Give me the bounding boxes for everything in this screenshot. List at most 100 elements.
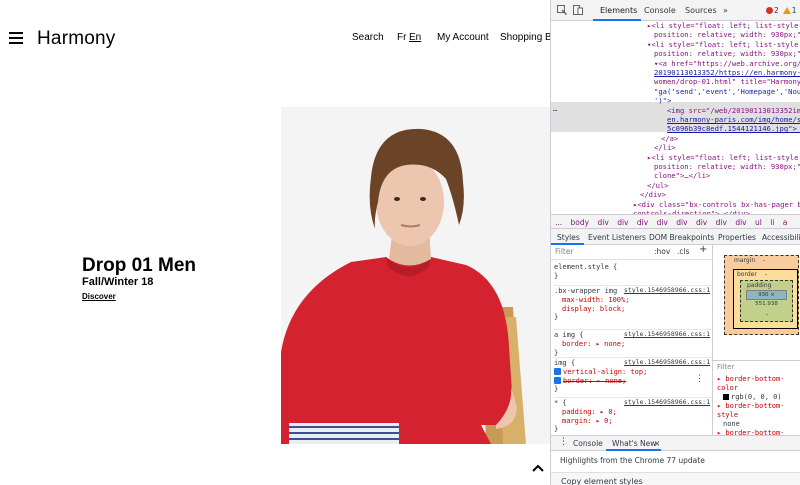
more-options-icon[interactable]: ⋮ [695,375,704,384]
css-declaration[interactable]: border: ▸ none; [562,340,625,348]
styles-filter-input[interactable]: Filter [555,247,574,257]
box-model-diagram: margin - border - padding - 930 × 551.93… [713,245,800,360]
nav-search[interactable]: Search [352,32,384,43]
dom-line-selected[interactable]: 5c096b39c8edf.1544121146.jpg"> == [667,124,800,133]
tab-accessibility[interactable]: Accessibility [762,233,800,242]
devtools-toolbar: Elements Console Sources » 21 [551,0,800,21]
whats-new-card[interactable]: Copy element styles [551,472,800,485]
warning-count: 1 [791,6,797,15]
nav-my-account[interactable]: My Account [437,32,489,43]
box-content[interactable]: 930 × 551.938 [746,290,787,307]
dom-line[interactable]: "ga('send','event','Homepage','Nouvea [654,87,800,96]
computed-property[interactable]: ▸ border-bottom-color [713,375,800,393]
tab-more[interactable]: » [723,6,728,15]
nav-shopping-bag[interactable]: Shopping Bag [500,32,550,43]
breadcrumb-item[interactable]: li [770,218,774,227]
tab-event-listeners[interactable]: Event Listeners [588,233,646,242]
rule-source-link[interactable]: style.1546958966.css:1 [624,330,710,339]
tab-console[interactable]: Console [644,6,676,15]
breadcrumb-item[interactable]: div [716,218,727,227]
dom-line[interactable]: </ul> [647,181,669,190]
inspect-element-icon[interactable] [557,5,567,15]
computed-filter-input[interactable]: Filter [713,360,800,372]
css-property[interactable]: display: block; [554,305,712,314]
css-property[interactable]: margin: ▸ 0; [554,417,712,426]
box-border[interactable]: border - padding - 930 × 551.938 [733,269,798,329]
styles-pane: Filter :hov .cls + element.style { } .bx… [551,245,713,435]
scroll-top-button[interactable] [526,456,550,480]
rule-source-link[interactable]: style.1546958966.css:1 [624,398,710,407]
breadcrumb-item[interactable]: ul [755,218,762,227]
property-checkbox[interactable] [554,367,561,375]
lang-en-link[interactable]: En [409,32,421,43]
dom-line[interactable]: ')"> [654,96,671,105]
rule-source-link[interactable]: style.1546958966.css:1 [624,286,710,295]
color-swatch-icon[interactable] [723,394,729,400]
tab-styles[interactable]: Styles [557,233,580,242]
tab-sources[interactable]: Sources [685,6,717,15]
device-toolbar-icon[interactable] [573,5,583,15]
dom-line-selected[interactable]: <img src="/web/20190113013352im_/h [667,106,800,115]
box-margin[interactable]: margin - border - padding - 930 × 551.93… [724,255,799,335]
dom-line[interactable]: position: relative; width: 930px;" clas [654,162,800,171]
property-checkbox[interactable] [554,376,561,384]
breadcrumb-item[interactable]: div [735,218,746,227]
breadcrumb-item[interactable]: div [696,218,707,227]
dom-line[interactable]: ▸<li style="float: left; list-style: no [647,21,800,30]
box-padding[interactable]: padding - 930 × 551.938 [740,280,793,322]
breadcrumb-item[interactable]: div [598,218,609,227]
hov-toggle[interactable]: :hov [654,247,670,257]
breadcrumb-item[interactable]: div [676,218,687,227]
dom-line[interactable]: ▾<li style="float: left; list-style: no [647,40,800,49]
drawer-menu-icon[interactable]: ⋮ [559,437,568,447]
add-rule-icon[interactable]: + [699,245,707,255]
dom-line[interactable]: 20190113013352/https://en.harmony-pari [654,68,800,77]
breadcrumb-item[interactable]: ... [555,218,562,227]
dom-line[interactable]: position: relative; width: 930px;"> [654,49,800,58]
breadcrumb-item[interactable]: div [657,218,668,227]
dom-line[interactable]: </li> [654,143,676,152]
discover-link[interactable]: Discover [82,292,116,301]
dom-line[interactable]: </div> [640,190,666,199]
breadcrumb-item[interactable]: a [783,218,788,227]
dom-line[interactable]: ▾<a href="https://web.archive.org/web [654,59,800,68]
css-declaration[interactable]: display: block; [562,305,625,313]
breadcrumb-item[interactable]: body [571,218,590,227]
rule-source-link[interactable]: style.1546958966.css:1 [624,358,710,367]
error-warning-counter[interactable]: 21 [766,6,797,15]
hero-photo[interactable] [281,107,550,444]
close-icon[interactable]: × [654,439,660,448]
lang-fr-link[interactable]: Fr [397,32,406,43]
css-declaration[interactable]: vertical-align: top; [563,368,647,376]
dom-line[interactable]: ▸<li style="float: left; list-style: no [647,153,800,162]
dom-line[interactable]: </a> [661,134,678,143]
css-property[interactable]: vertical-align: top; [554,367,712,377]
css-declaration[interactable]: margin: ▸ 0; [562,417,613,425]
hamburger-menu-icon[interactable] [9,32,23,44]
dom-line[interactable]: ▸<div class="bx-controls bx-has-pager bx… [633,200,800,209]
css-declaration[interactable]: max-width: 100%; [562,296,629,304]
drawer-tab-whats-new[interactable]: What's New [612,439,656,448]
dom-line[interactable]: women/drop-01.html" title="Harmony" o [654,77,800,86]
brand-logo[interactable]: Harmony [37,28,115,50]
css-declaration-overridden[interactable]: border: ▸ none; [563,377,626,385]
rule-selector[interactable]: element.style { [554,263,712,272]
breadcrumb-item[interactable]: div [637,218,648,227]
tab-elements[interactable]: Elements [600,6,637,15]
breadcrumb-item[interactable]: div [617,218,628,227]
warning-icon [782,7,791,14]
dom-line-selected[interactable]: en.harmony-paris.com/img/home/slic [667,115,800,124]
cls-toggle[interactable]: .cls [677,247,690,257]
dom-line[interactable]: position: relative; width: 930px;">…</li… [654,30,800,39]
drawer-tab-console[interactable]: Console [573,439,603,448]
tab-properties[interactable]: Properties [718,233,756,242]
css-property[interactable]: border: ▸ none; [554,340,712,349]
style-rule: a img { style.1546958966.css:1 border: ▸… [554,329,712,357]
css-property[interactable]: padding: ▸ 0; [554,408,712,417]
tab-dom-breakpoints[interactable]: DOM Breakpoints [649,233,714,242]
css-declaration[interactable]: padding: ▸ 0; [562,408,617,416]
css-property[interactable]: border: ▸ none; [554,376,712,386]
dom-line[interactable]: clone">…</li> [654,171,710,180]
css-property[interactable]: max-width: 100%; [554,296,712,305]
computed-property[interactable]: ▸ border-bottom-style [713,402,800,420]
